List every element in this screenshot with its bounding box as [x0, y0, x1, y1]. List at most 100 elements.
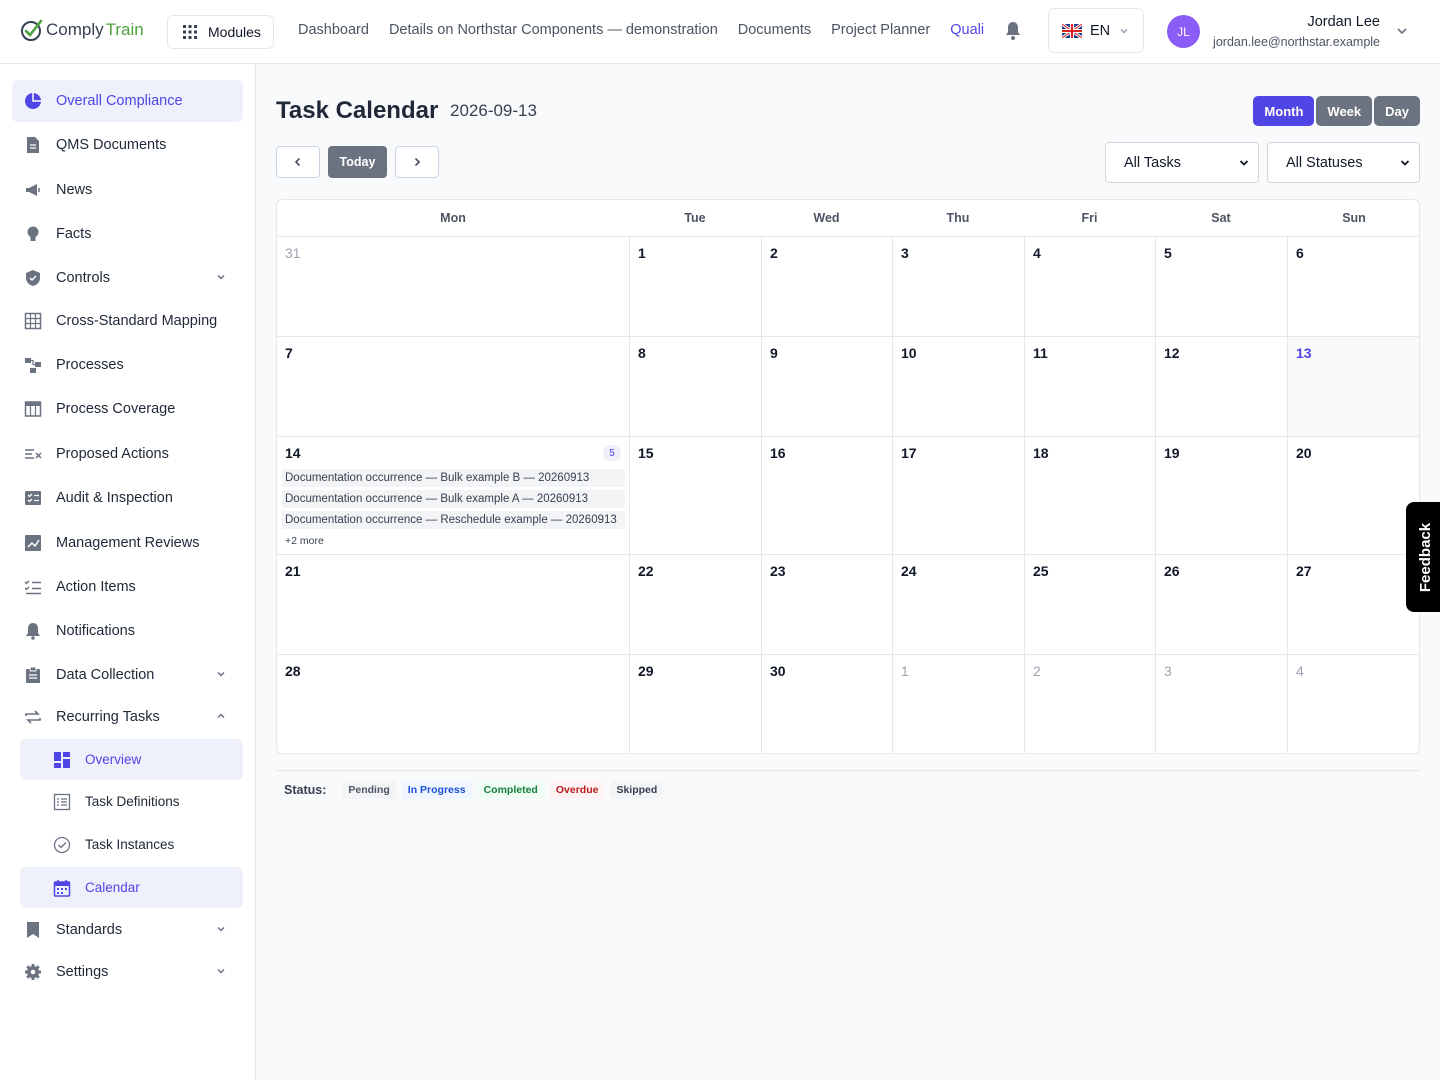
app-logo[interactable]: Comply Train [20, 18, 144, 42]
today-button[interactable]: Today [328, 146, 387, 178]
day-view-button[interactable]: Day [1374, 96, 1420, 126]
calendar-day-cell[interactable]: 11 [1024, 336, 1155, 436]
sidebar: Overall Compliance QMS Documents News Fa… [0, 64, 256, 1080]
logo-text-part1: Comply [46, 20, 104, 39]
calendar-day-cell[interactable]: 20 [1287, 436, 1419, 554]
nav-project-planner[interactable]: Project Planner [831, 22, 930, 38]
calendar-day-cell[interactable]: 2 [761, 236, 892, 336]
sidebar-item-action-items[interactable]: Action Items [12, 566, 243, 608]
avatar[interactable]: JL [1167, 15, 1200, 48]
calendar-day-cell[interactable]: 15 [629, 436, 761, 554]
calendar-day-cell[interactable]: 4 [1287, 654, 1419, 753]
calendar-day-cell[interactable]: 25 [1024, 554, 1155, 654]
calendar-event[interactable]: Documentation occurrence — Bulk example … [282, 490, 625, 508]
sidebar-item-controls[interactable]: Controls [12, 257, 243, 299]
bell-icon[interactable] [1004, 21, 1022, 41]
language-selector[interactable]: EN [1048, 8, 1144, 53]
sidebar-item-audit-inspection[interactable]: Audit & Inspection [12, 477, 243, 519]
day-number: 18 [1033, 445, 1049, 461]
day-number: 1 [901, 663, 909, 679]
calendar-day-cell[interactable]: 9 [761, 336, 892, 436]
task-filter-value: All Tasks [1124, 154, 1181, 171]
status-filter-select[interactable]: All Statuses [1267, 142, 1420, 183]
day-number: 30 [770, 663, 786, 679]
task-filter-select[interactable]: All Tasks [1105, 142, 1259, 183]
clipboard-icon [26, 666, 40, 683]
calendar-event[interactable]: Documentation occurrence — Reschedule ex… [282, 511, 625, 529]
calendar-day-cell[interactable]: 29 [629, 654, 761, 753]
sidebar-item-recurring-tasks[interactable]: Recurring Tasks [12, 696, 243, 738]
calendar-day-cell[interactable]: 6 [1287, 236, 1419, 336]
calendar-day-cell[interactable]: 7 [277, 336, 629, 436]
day-number: 26 [1164, 563, 1180, 579]
calendar-day-cell[interactable]: 1 [629, 236, 761, 336]
nav-dashboard[interactable]: Dashboard [298, 22, 369, 38]
sidebar-item-facts[interactable]: Facts [12, 213, 243, 255]
calendar-day-cell[interactable]: 27 [1287, 554, 1419, 654]
sidebar-subitem-calendar[interactable]: Calendar [20, 867, 243, 908]
calendar-day-cell[interactable]: 5 [1155, 236, 1287, 336]
next-button[interactable] [395, 146, 439, 178]
sidebar-item-settings[interactable]: Settings [12, 951, 243, 993]
calendar-day-cell[interactable]: 19 [1155, 436, 1287, 554]
sidebar-item-process-coverage[interactable]: Process Coverage [12, 388, 243, 430]
sidebar-item-overall-compliance[interactable]: Overall Compliance [12, 80, 243, 122]
calendar-day-cell[interactable]: 30 [761, 654, 892, 753]
nav-documents[interactable]: Documents [738, 22, 811, 38]
day-number: 22 [638, 563, 654, 579]
calendar-day-cell[interactable]: 22 [629, 554, 761, 654]
view-switcher: Month Week Day [1253, 96, 1420, 126]
more-events-link[interactable]: +2 more [285, 535, 324, 547]
sidebar-subitem-task-definitions[interactable]: Task Definitions [20, 781, 243, 822]
day-number: 2 [770, 245, 778, 261]
calendar-day-cell[interactable]: 26 [1155, 554, 1287, 654]
review-chart-icon [25, 535, 41, 551]
calendar-day-cell[interactable]: 28 [277, 654, 629, 753]
sidebar-item-qms-documents[interactable]: QMS Documents [12, 124, 243, 166]
calendar-day-cell[interactable]: 24 [892, 554, 1024, 654]
sidebar-item-data-collection[interactable]: Data Collection [12, 654, 243, 696]
calendar-day-cell[interactable]: 16 [761, 436, 892, 554]
calendar-day-cell[interactable]: 3 [1155, 654, 1287, 753]
calendar-day-cell[interactable]: 23 [761, 554, 892, 654]
calendar-day-cell[interactable]: 8 [629, 336, 761, 436]
sidebar-item-standards[interactable]: Standards [12, 909, 243, 951]
calendar-day-cell[interactable]: 18 [1024, 436, 1155, 554]
status-filter-value: All Statuses [1286, 154, 1363, 171]
calendar-day-cell[interactable]: 10 [892, 336, 1024, 436]
calendar-day-cell[interactable]: 21 [277, 554, 629, 654]
calendar-day-cell[interactable]: 4 [1024, 236, 1155, 336]
calendar-day-cell[interactable]: 31 [277, 236, 629, 336]
sidebar-item-notifications[interactable]: Notifications [12, 610, 243, 652]
sidebar-subitem-task-instances[interactable]: Task Instances [20, 824, 243, 865]
modules-button[interactable]: Modules [167, 15, 274, 49]
sidebar-item-processes[interactable]: Processes [12, 344, 243, 386]
nav-quali[interactable]: Quali [950, 22, 984, 38]
calendar-day-cell[interactable]: 17 [892, 436, 1024, 554]
sidebar-item-proposed-actions[interactable]: Proposed Actions [12, 433, 243, 475]
week-view-button[interactable]: Week [1316, 96, 1373, 126]
calendar-day-cell[interactable]: 1 [892, 654, 1024, 753]
chevron-down-icon [217, 926, 225, 932]
previous-button[interactable] [276, 146, 320, 178]
chevron-up-icon [217, 713, 225, 719]
sidebar-subitem-overview[interactable]: Overview [20, 739, 243, 780]
sidebar-item-news[interactable]: News [12, 169, 243, 211]
bell-icon [26, 623, 40, 640]
day-number: 8 [638, 345, 646, 361]
calendar-day-cell[interactable]: 12 [1155, 336, 1287, 436]
sidebar-item-cross-standard-mapping[interactable]: Cross-Standard Mapping [12, 300, 243, 342]
day-number: 5 [1164, 245, 1172, 261]
nav-details[interactable]: Details on Northstar Components — demons… [389, 22, 718, 38]
calendar-day-cell[interactable]: 3 [892, 236, 1024, 336]
sidebar-item-label: Process Coverage [56, 401, 176, 417]
calendar-event[interactable]: Documentation occurrence — Bulk example … [282, 469, 625, 487]
calendar-day-cell[interactable]: 13 [1287, 336, 1419, 436]
day-number: 20 [1296, 445, 1312, 461]
feedback-button[interactable]: Feedback [1406, 502, 1440, 612]
calendar-day-cell[interactable]: 14 5 Documentation occurrence — Bulk examp… [277, 436, 629, 554]
sidebar-item-management-reviews[interactable]: Management Reviews [12, 522, 243, 564]
user-menu-chevron-icon[interactable] [1395, 24, 1409, 38]
calendar-day-cell[interactable]: 2 [1024, 654, 1155, 753]
month-view-button[interactable]: Month [1253, 96, 1315, 126]
